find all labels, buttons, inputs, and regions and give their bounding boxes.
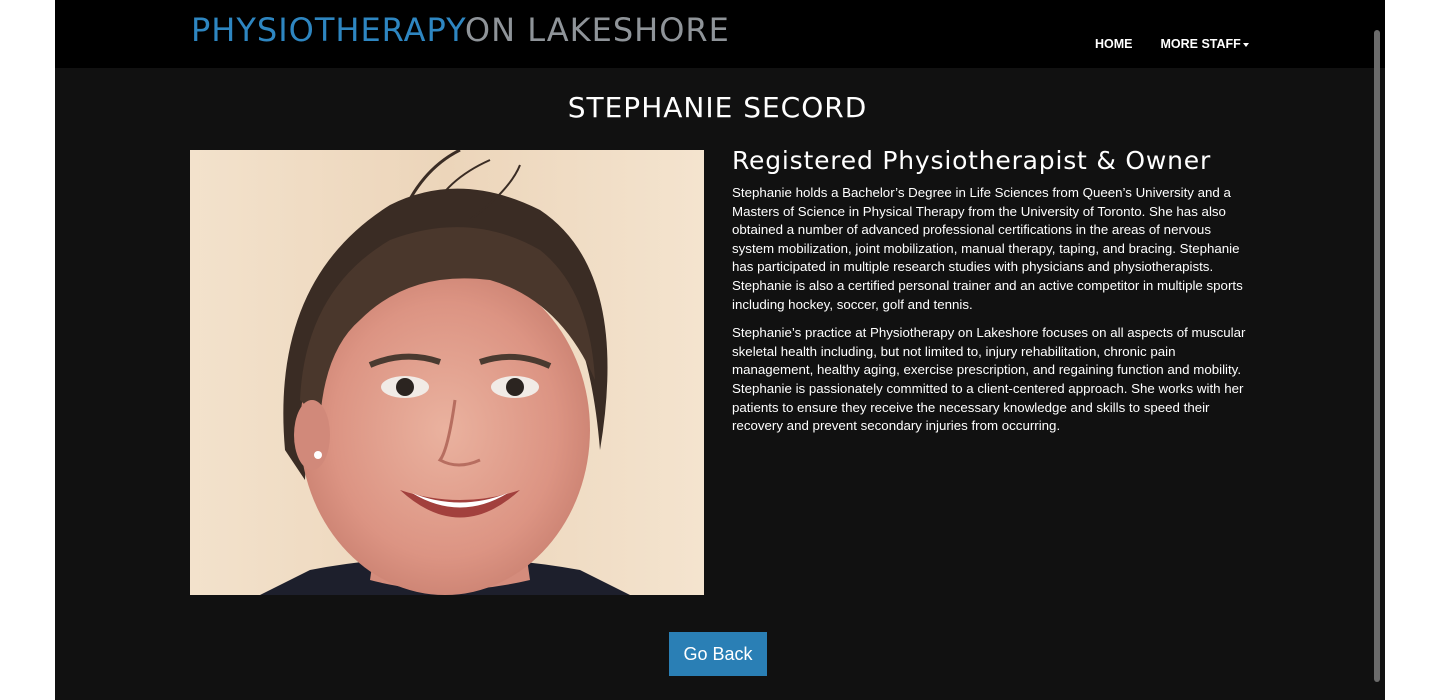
staff-photo <box>190 150 704 595</box>
nav-home[interactable]: HOME <box>1095 37 1133 51</box>
bio-paragraph: Stephanie’s practice at Physiotherapy on… <box>732 325 1246 434</box>
logo-part-secondary: ON LAKESHORE <box>464 11 730 49</box>
portrait-photo-icon <box>190 150 704 595</box>
nav-more-staff-label: MORE STAFF <box>1160 37 1241 51</box>
caret-down-icon <box>1242 43 1249 47</box>
scrollbar-thumb[interactable] <box>1374 30 1380 682</box>
page-title: STEPHANIE SECORD <box>567 91 868 124</box>
navbar: PHYSIOTHERAPYON LAKESHORE HOME MORE STAF… <box>55 0 1385 68</box>
go-back-button[interactable]: Go Back <box>669 632 767 676</box>
bio-paragraph: Stephanie holds a Bachelor’s Degree in L… <box>732 185 1243 312</box>
page: PHYSIOTHERAPYON LAKESHORE HOME MORE STAF… <box>55 0 1385 700</box>
site-logo[interactable]: PHYSIOTHERAPYON LAKESHORE <box>191 10 730 50</box>
staff-bio: Stephanie holds a Bachelor’s Degree in L… <box>732 184 1247 446</box>
logo-part-primary: PHYSIOTHERAPY <box>191 11 465 49</box>
main-nav: HOME MORE STAFF <box>1095 37 1249 51</box>
nav-more-staff-dropdown[interactable]: MORE STAFF <box>1161 37 1249 51</box>
staff-role: Registered Physiotherapist & Owner <box>732 146 1212 175</box>
